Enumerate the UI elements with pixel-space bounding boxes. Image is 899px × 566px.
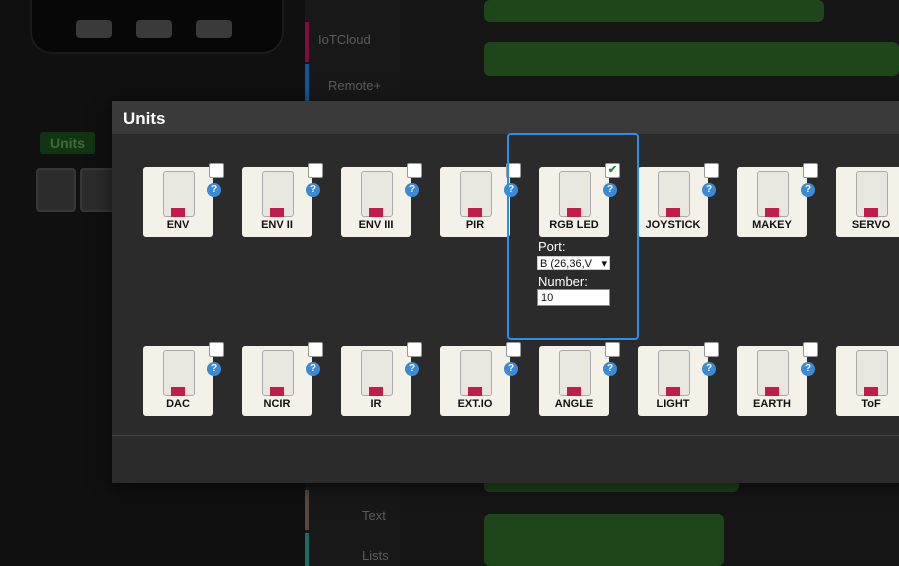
unit-checkbox[interactable] <box>407 342 422 357</box>
selected-unit-frame <box>507 133 639 340</box>
grove-connector-icon <box>270 208 284 217</box>
unit-image[interactable]: ENV <box>143 167 213 237</box>
unit-image[interactable]: MAKEY <box>737 167 807 237</box>
grove-connector-icon <box>171 208 185 217</box>
help-icon[interactable]: ? <box>207 362 221 376</box>
help-icon[interactable]: ? <box>801 183 815 197</box>
unit-image[interactable]: NCIR <box>242 346 312 416</box>
unit-image[interactable]: ToF <box>836 346 899 416</box>
unit-checkbox[interactable] <box>407 163 422 178</box>
grove-connector-icon <box>765 387 779 396</box>
help-icon[interactable]: ? <box>702 183 716 197</box>
unit-image[interactable]: ENV II <box>242 167 312 237</box>
unit-checkbox[interactable] <box>209 163 224 178</box>
grove-connector-icon <box>666 387 680 396</box>
unit-card[interactable]: LIGHT? <box>638 342 719 416</box>
grove-connector-icon <box>864 387 878 396</box>
unit-image[interactable]: EARTH <box>737 346 807 416</box>
unit-name: ANGLE <box>554 398 594 410</box>
port-label: Port: <box>538 239 566 254</box>
grove-connector-icon <box>369 387 383 396</box>
unit-card[interactable]: ENV? <box>143 163 224 237</box>
help-icon[interactable]: ? <box>801 362 815 376</box>
unit-image[interactable]: ENV III <box>341 167 411 237</box>
unit-image[interactable]: JOYSTICK <box>638 167 708 237</box>
unit-checkbox[interactable] <box>704 163 719 178</box>
unit-name: DAC <box>166 398 190 410</box>
dialog-title: Units <box>123 109 166 128</box>
unit-name: EARTH <box>753 398 791 410</box>
unit-checkbox[interactable] <box>803 342 818 357</box>
unit-card[interactable]: EARTH? <box>737 342 818 416</box>
grove-connector-icon <box>270 387 284 396</box>
unit-name: EXT.IO <box>457 398 493 410</box>
unit-checkbox[interactable] <box>308 342 323 357</box>
help-icon[interactable]: ? <box>603 362 617 376</box>
grove-connector-icon <box>369 208 383 217</box>
unit-name: LIGHT <box>656 398 690 410</box>
unit-name: ENV III <box>358 219 394 231</box>
unit-image[interactable]: LIGHT <box>638 346 708 416</box>
unit-image[interactable]: IR <box>341 346 411 416</box>
help-icon[interactable]: ? <box>306 183 320 197</box>
unit-card[interactable]: ENV III? <box>341 163 422 237</box>
unit-name: IR <box>370 398 382 410</box>
unit-card[interactable]: ANGLE? <box>539 342 620 416</box>
grove-connector-icon <box>468 208 482 217</box>
unit-name: PIR <box>465 219 485 231</box>
unit-name: SERVO <box>851 219 891 231</box>
unit-name: NCIR <box>263 398 291 410</box>
port-select-value: B (26,36,V <box>540 258 592 270</box>
number-input[interactable]: 10 <box>537 289 610 306</box>
unit-name: ToF <box>861 398 881 410</box>
unit-checkbox[interactable] <box>803 163 818 178</box>
unit-card[interactable]: ToF? <box>836 346 899 416</box>
grove-connector-icon <box>171 387 185 396</box>
dialog-divider <box>112 435 899 436</box>
unit-name: MAKEY <box>752 219 792 231</box>
dialog-header: Units <box>112 101 899 134</box>
unit-card[interactable]: IR? <box>341 342 422 416</box>
unit-checkbox[interactable] <box>704 342 719 357</box>
grove-connector-icon <box>567 387 581 396</box>
unit-card[interactable]: PIR? <box>440 163 521 237</box>
unit-checkbox[interactable] <box>506 342 521 357</box>
grove-connector-icon <box>666 208 680 217</box>
help-icon[interactable]: ? <box>405 362 419 376</box>
unit-image[interactable]: ANGLE <box>539 346 609 416</box>
unit-image[interactable]: SERVO <box>836 167 899 237</box>
unit-checkbox[interactable] <box>308 163 323 178</box>
help-icon[interactable]: ? <box>306 362 320 376</box>
grove-connector-icon <box>864 208 878 217</box>
port-select[interactable]: B (26,36,V ▾ <box>537 256 610 270</box>
unit-name: JOYSTICK <box>645 219 701 231</box>
unit-card[interactable]: NCIR? <box>242 342 323 416</box>
help-icon[interactable]: ? <box>702 362 716 376</box>
grove-connector-icon <box>765 208 779 217</box>
unit-card[interactable]: EXT.IO? <box>440 342 521 416</box>
unit-name: ENV <box>166 219 190 231</box>
unit-checkbox[interactable] <box>605 342 620 357</box>
unit-card[interactable]: DAC? <box>143 342 224 416</box>
unit-image[interactable]: EXT.IO <box>440 346 510 416</box>
units-dialog: Units ENV? ENV II? ENV III? PIR? RGB LED ✔? JO… <box>112 101 899 483</box>
unit-checkbox[interactable] <box>209 342 224 357</box>
unit-card[interactable]: MAKEY? <box>737 163 818 237</box>
unit-card[interactable]: ENV II? <box>242 163 323 237</box>
unit-name: ENV II <box>261 219 293 231</box>
number-label: Number: <box>538 274 588 289</box>
unit-image[interactable]: DAC <box>143 346 213 416</box>
chevron-down-icon: ▾ <box>601 258 607 270</box>
help-icon[interactable]: ? <box>504 362 518 376</box>
help-icon[interactable]: ? <box>207 183 221 197</box>
grove-connector-icon <box>468 387 482 396</box>
unit-card[interactable]: SERVO? <box>836 167 899 237</box>
unit-image[interactable]: PIR <box>440 167 510 237</box>
help-icon[interactable]: ? <box>405 183 419 197</box>
unit-card[interactable]: JOYSTICK? <box>638 163 719 237</box>
